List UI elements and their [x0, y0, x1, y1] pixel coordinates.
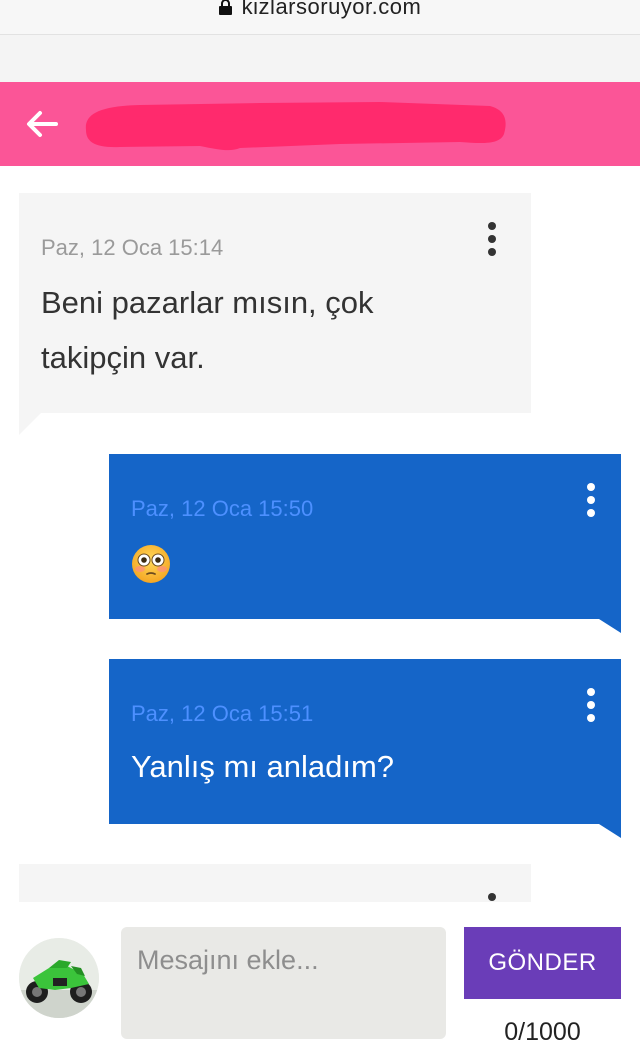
more-options-icon[interactable] [585, 483, 597, 519]
redacted-username [85, 102, 506, 151]
message-input[interactable] [121, 927, 446, 1039]
message-list[interactable]: Paz, 12 Oca 15:14 Beni pazarlar mısın, ç… [0, 166, 640, 902]
motorcycle-avatar[interactable] [19, 938, 99, 1018]
message-incoming: Paz, 12 Oca 15:14 Beni pazarlar mısın, ç… [19, 193, 531, 413]
message-timestamp: Paz, 12 Oca 15:50 [131, 496, 314, 521]
more-options-icon[interactable] [585, 688, 597, 724]
message-timestamp: Paz, 12 Oca 15:14 [41, 235, 224, 260]
message-outgoing: Paz, 12 Oca 15:50 [109, 454, 621, 619]
message-text-line: Beni pazarlar mısın, çok [41, 285, 374, 320]
send-button[interactable]: GÖNDER [464, 927, 621, 999]
message-timestamp: Paz, 12 Oca 15:51 [131, 701, 314, 726]
message-composer: GÖNDER 0/1000 [0, 902, 640, 1045]
message-text: Beni pazarlar mısın, çok takipçin var. [41, 275, 511, 385]
message-text-line: takipçin var. [41, 340, 205, 375]
lock-icon [218, 0, 232, 15]
message-incoming-partial [19, 864, 531, 902]
browser-url-bar[interactable]: kizlarsoruyor.com [0, 0, 640, 34]
flushed-face-emoji [132, 545, 170, 583]
browser-toolbar-strip [0, 34, 640, 82]
more-options-icon[interactable] [486, 893, 498, 902]
character-counter: 0/1000 [504, 1018, 581, 1045]
message-outgoing: Paz, 12 Oca 15:51 Yanlış mı anladım? [109, 659, 621, 824]
bubble-tail [599, 619, 621, 633]
message-text: Yanlış mı anladım? [131, 749, 395, 784]
more-options-icon[interactable] [486, 222, 498, 258]
arrow-left-icon[interactable] [22, 104, 62, 144]
bubble-tail [19, 413, 41, 435]
url-display[interactable]: kizlarsoruyor.com [218, 0, 422, 20]
url-text[interactable]: kizlarsoruyor.com [242, 0, 422, 20]
bubble-tail [599, 824, 621, 838]
